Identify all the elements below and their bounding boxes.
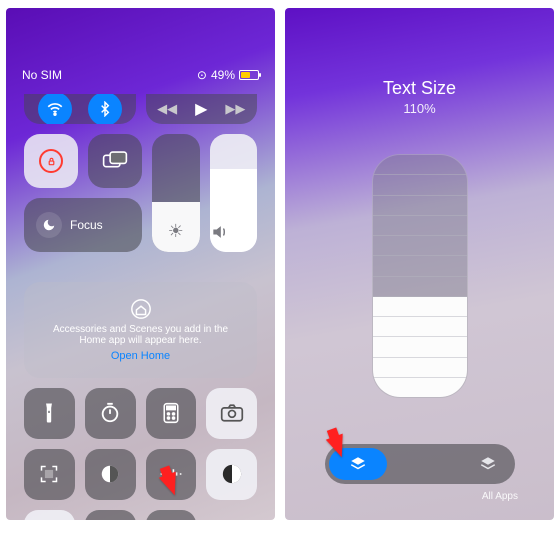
scope-all-apps-label: All Apps: [482, 491, 518, 502]
wifi-icon[interactable]: [38, 94, 72, 124]
slider-step: [373, 277, 467, 297]
focus-label: Focus: [70, 218, 103, 232]
battery-icon: [239, 70, 259, 80]
slider-step: [373, 155, 467, 175]
calculator-button[interactable]: [146, 388, 197, 439]
slider-step: [373, 317, 467, 337]
open-home-link[interactable]: Open Home: [111, 350, 170, 362]
control-center-grid: ◀◀ ▶ ▶▶: [24, 94, 257, 262]
brightness-icon: ☀: [152, 221, 200, 242]
status-bar: No SIM ⊙ 49%: [6, 68, 275, 82]
home-card[interactable]: Accessories and Scenes you add in the Ho…: [24, 282, 257, 378]
next-icon[interactable]: ▶▶: [225, 101, 245, 117]
rotation-lock-tile[interactable]: [24, 134, 78, 188]
scope-toggle[interactable]: [325, 444, 515, 484]
slider-step: [373, 358, 467, 378]
moon-icon: [36, 212, 62, 238]
lock-orientation-glyph: ⊙: [197, 68, 207, 82]
play-icon[interactable]: ▶: [195, 99, 207, 119]
text-size-title: Text Size: [285, 78, 554, 99]
battery-percent: 49%: [211, 68, 235, 82]
slider-step: [373, 236, 467, 256]
focus-tile[interactable]: Focus: [24, 198, 142, 252]
text-size-percent: 110%: [285, 101, 554, 116]
camera-button[interactable]: [206, 388, 257, 439]
text-size-header: Text Size 110%: [285, 78, 554, 116]
stack-icon: [349, 455, 367, 473]
volume-slider[interactable]: [210, 134, 258, 252]
brightness-slider[interactable]: ☀: [152, 134, 200, 252]
screen-mirroring-tile[interactable]: [88, 134, 142, 188]
slider-step: [373, 175, 467, 195]
slider-step: [373, 297, 467, 317]
stack-icon: [479, 455, 497, 473]
screen-mirroring-icon: [102, 151, 128, 171]
qr-scanner-button[interactable]: [24, 449, 75, 500]
dark-mode-button[interactable]: [85, 449, 136, 500]
carrier-label: No SIM: [22, 68, 62, 82]
control-center-screen: No SIM ⊙ 49% ◀◀ ▶ ▶▶: [6, 8, 275, 520]
slider-step: [373, 216, 467, 236]
connectivity-tile[interactable]: [24, 94, 136, 124]
flashlight-button[interactable]: [24, 388, 75, 439]
timer-button[interactable]: [85, 388, 136, 439]
accessibility-contrast-button[interactable]: [206, 449, 257, 500]
bluetooth-icon[interactable]: [88, 94, 122, 124]
home-icon: [130, 298, 152, 320]
volume-icon: [210, 222, 258, 242]
text-size-button[interactable]: AA: [146, 510, 197, 521]
slider-step: [373, 196, 467, 216]
rotation-lock-icon: [39, 149, 63, 173]
slider-step: [373, 378, 467, 397]
shortcut-grid: AA: [24, 388, 257, 520]
slider-step: [373, 256, 467, 276]
media-controls-tile[interactable]: ◀◀ ▶ ▶▶: [146, 94, 258, 124]
slider-step: [373, 337, 467, 357]
hearing-button[interactable]: [85, 510, 136, 521]
scope-all-apps[interactable]: [387, 455, 511, 473]
previous-icon[interactable]: ◀◀: [157, 101, 177, 117]
low-power-button[interactable]: [24, 510, 75, 521]
home-message: Accessories and Scenes you add in the Ho…: [48, 324, 233, 346]
text-size-screen: Text Size 110% All Apps: [285, 8, 554, 520]
text-size-slider[interactable]: [372, 154, 468, 398]
